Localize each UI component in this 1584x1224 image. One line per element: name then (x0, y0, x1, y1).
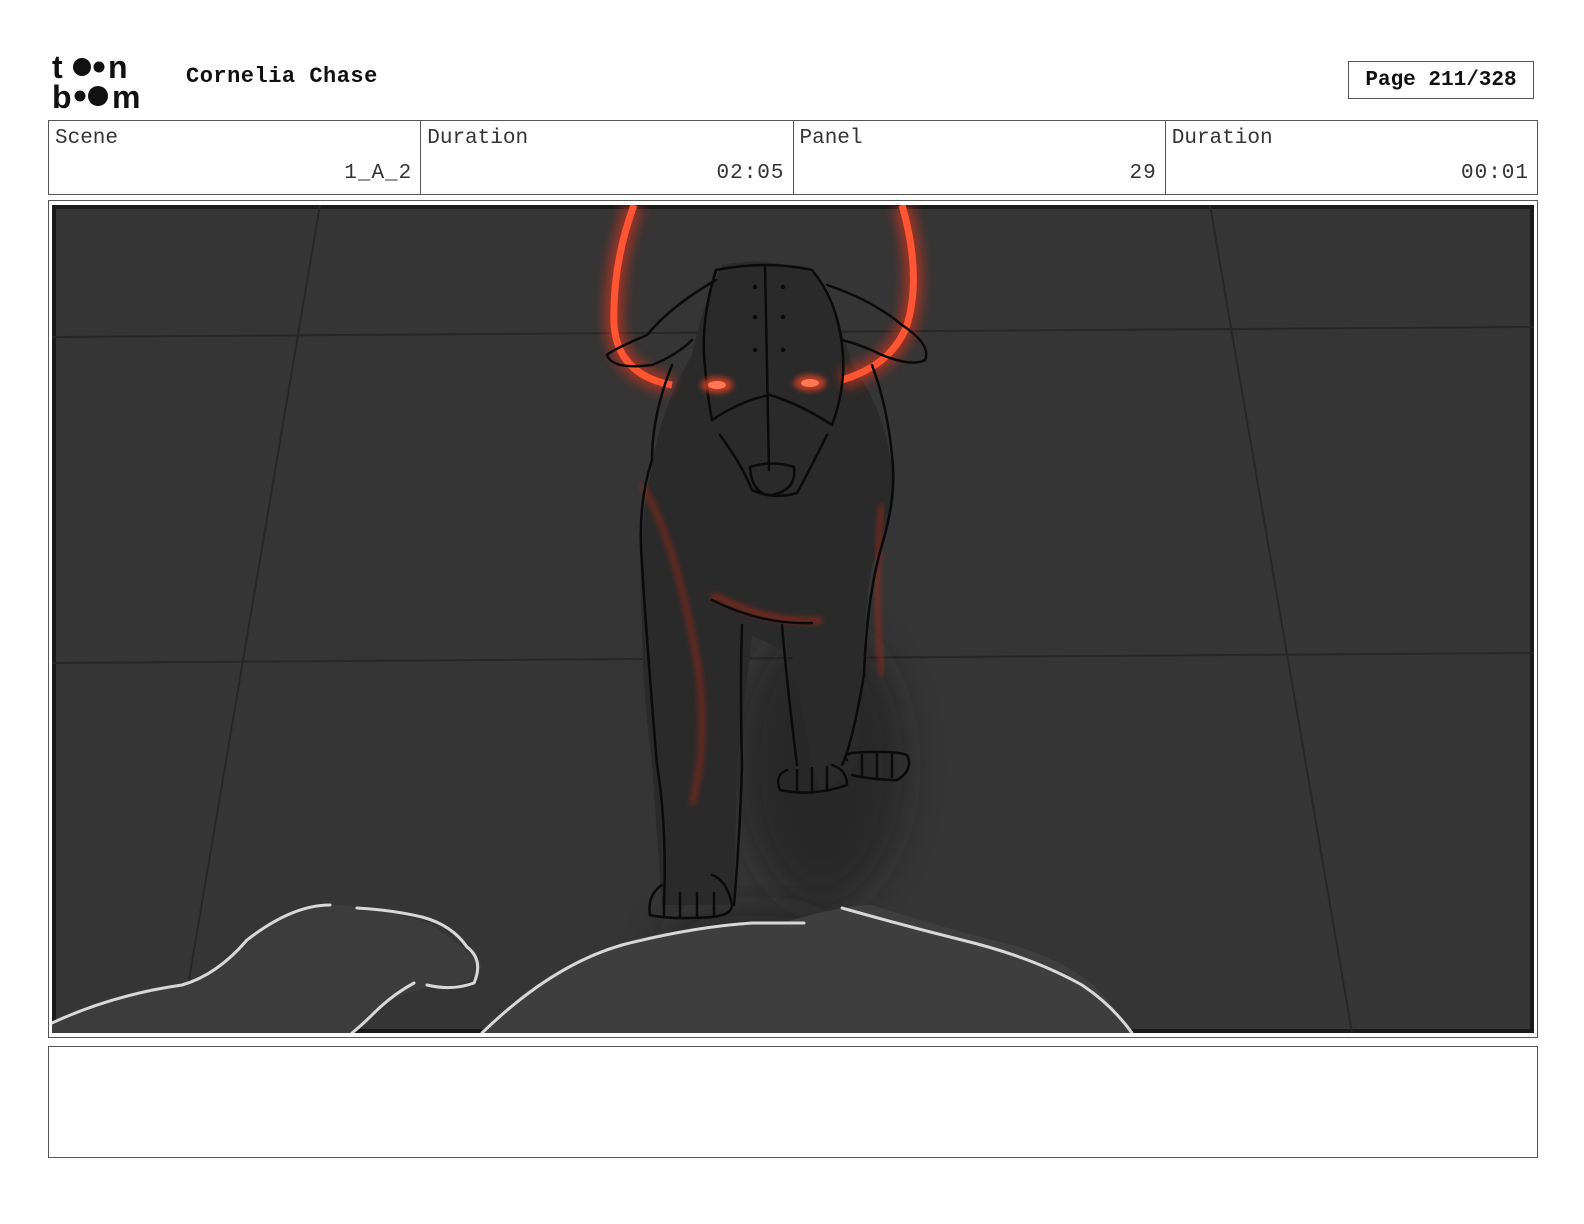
scene-duration-cell: Duration 02:05 (421, 121, 794, 194)
panel-info-row: Scene 1_A_2 Duration 02:05 Panel 29 Dura… (48, 120, 1538, 195)
project-title: Cornelia Chase (186, 64, 378, 89)
scene-duration-label: Duration (427, 127, 529, 150)
scene-value: 1_A_2 (344, 162, 413, 185)
panel-duration-value: 00:01 (1460, 162, 1529, 185)
panel-duration-cell: Duration 00:01 (1166, 121, 1537, 194)
scene-cell: Scene 1_A_2 (49, 121, 422, 194)
panel-value: 29 (1129, 162, 1157, 185)
toon-boom-logo: t n b m (52, 50, 140, 112)
scene-duration-value: 02:05 (716, 162, 785, 185)
panel-cell: Panel 29 (794, 121, 1166, 194)
storyboard-panel-drawing (52, 205, 1534, 1033)
panel-label: Panel (799, 127, 863, 150)
panel-duration-label: Duration (1171, 127, 1273, 150)
scene-label: Scene (55, 127, 119, 150)
svg-text:b: b (52, 79, 72, 112)
svg-text:m: m (112, 79, 140, 112)
page-indicator: Page 211/328 (1348, 61, 1534, 99)
panel-notes-box[interactable] (48, 1046, 1538, 1158)
